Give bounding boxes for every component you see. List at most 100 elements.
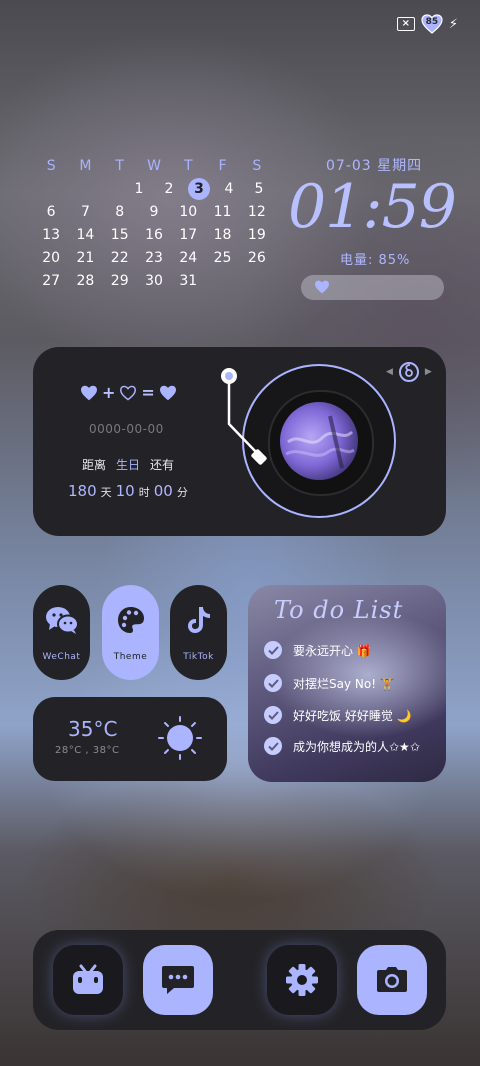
dock-app-bilibili[interactable] <box>53 945 123 1015</box>
day-cell: 24 <box>179 249 198 266</box>
heart-equation: + = <box>80 383 177 402</box>
calendar-week: 1 2 3 4 5 <box>34 177 274 200</box>
battery-text: 电量: 85% <box>340 253 411 268</box>
status-bar: × 85 ⚡ <box>396 14 458 34</box>
day-cell: 30 <box>145 272 163 289</box>
heart-icon <box>315 280 329 294</box>
day-cell: 19 <box>247 226 266 243</box>
battery-level: 85 <box>425 17 439 27</box>
day-cell: 12 <box>247 203 266 220</box>
heart-filled-icon <box>159 385 176 400</box>
day-cell: 26 <box>247 249 266 266</box>
day-cell: 1 <box>134 180 144 197</box>
day-cell: 25 <box>213 249 232 266</box>
heart-outline-icon <box>120 385 137 400</box>
checkmark-icon[interactable] <box>264 641 282 659</box>
day-cell: 16 <box>145 226 163 243</box>
next-arrow-icon[interactable]: ▶ <box>425 367 432 377</box>
heart-filled-icon <box>81 385 97 400</box>
calendar-week: 6 7 8 9 10 11 12 <box>34 200 274 223</box>
weekday: T <box>115 157 124 174</box>
day-cell: 2 <box>164 180 174 197</box>
calendar-widget[interactable]: S M T W T F S 1 2 3 4 5 6 7 8 9 10 11 12… <box>34 154 274 292</box>
day-cell: 20 <box>42 249 61 266</box>
app-label: TikTok <box>183 652 214 662</box>
dock-app-messages[interactable] <box>143 945 213 1015</box>
temperature-range: 28°C , 38°C <box>55 745 120 756</box>
current-temperature: 35°C <box>68 717 118 741</box>
app-wechat[interactable]: WeChat <box>33 585 90 680</box>
day-cell: 14 <box>76 226 95 243</box>
todo-text: 成为你想成为的人✩★✩ <box>293 739 420 754</box>
album-art <box>280 402 358 480</box>
clock-time[interactable]: 01:59 <box>288 172 457 242</box>
todo-text: 要永远开心 🎁 <box>293 643 372 658</box>
weekday: M <box>79 157 92 174</box>
temp-high: 38°C <box>92 745 120 756</box>
countdown-values: 180 天 10 时 00 分 <box>68 482 188 500</box>
day-cell: 29 <box>110 272 129 289</box>
weekday: S <box>252 157 262 174</box>
calendar-week: 13 14 15 16 17 18 19 <box>34 223 274 246</box>
day-cell: 10 <box>179 203 198 220</box>
anniversary-date: 0000-00-00 <box>89 422 164 436</box>
todo-title: To do List <box>274 596 404 624</box>
bilibili-icon <box>73 964 103 994</box>
battery-heart-icon: 85 <box>421 14 443 34</box>
checkmark-icon[interactable] <box>264 737 282 755</box>
hours-unit: 时 <box>138 486 150 499</box>
day-cell: 6 <box>46 203 56 220</box>
countdown-event: 生日 <box>116 458 141 472</box>
day-cell: 15 <box>110 226 129 243</box>
todo-text: 好好吃饭 好好睡觉 🌙 <box>293 708 412 723</box>
todo-item[interactable]: 要永远开心 🎁 <box>264 641 372 659</box>
app-tiktok[interactable]: TikTok <box>170 585 227 680</box>
dock-app-settings[interactable] <box>267 945 337 1015</box>
day-cell: 18 <box>213 226 232 243</box>
weekday: W <box>147 157 161 174</box>
todo-text: 对摆烂Say No! 🏋 <box>293 676 395 691</box>
tiktok-icon <box>170 605 227 639</box>
app-theme[interactable]: Theme <box>102 585 159 680</box>
day-cell: 23 <box>145 249 163 266</box>
weekday: S <box>46 157 56 174</box>
day-cell: 22 <box>110 249 129 266</box>
todo-item[interactable]: 成为你想成为的人✩★✩ <box>264 737 420 755</box>
netease-music-icon[interactable] <box>398 362 419 382</box>
charging-icon: ⚡ <box>448 16 458 32</box>
checkmark-icon[interactable] <box>264 706 282 724</box>
countdown-suffix: 还有 <box>150 458 175 472</box>
wechat-icon <box>33 605 90 639</box>
messages-icon <box>162 966 194 994</box>
days-unit: 天 <box>100 486 112 499</box>
day-cell: 4 <box>224 180 234 197</box>
checkmark-icon[interactable] <box>264 674 282 692</box>
day-cell: 31 <box>179 272 198 289</box>
minutes-unit: 分 <box>176 486 188 499</box>
day-cell: 13 <box>42 226 61 243</box>
album-art-pattern <box>285 415 355 469</box>
day-cell: 8 <box>115 203 125 220</box>
prev-arrow-icon[interactable]: ◀ <box>386 367 393 377</box>
calendar-week: 27 28 29 30 31 <box>34 269 274 292</box>
day-cell: 17 <box>179 226 198 243</box>
hours-value: 10 <box>115 482 135 500</box>
todo-item[interactable]: 好好吃饭 好好睡觉 🌙 <box>264 706 412 724</box>
minutes-value: 00 <box>153 482 173 500</box>
todo-item[interactable]: 对摆烂Say No! 🏋 <box>264 674 395 692</box>
day-cell-today: 3 <box>184 177 214 200</box>
day-cell: 5 <box>254 180 264 197</box>
dock-app-camera[interactable] <box>357 945 427 1015</box>
countdown-prefix: 距离 <box>82 458 107 472</box>
app-label: WeChat <box>42 652 81 662</box>
weekday: F <box>218 157 227 174</box>
plus-sign: + <box>102 383 116 402</box>
day-cell: 11 <box>213 203 232 220</box>
range-separator: , <box>85 745 90 756</box>
battery-saver-icon: × <box>396 17 415 31</box>
camera-icon <box>377 967 407 992</box>
record-center <box>268 390 374 496</box>
app-label: Theme <box>113 652 148 662</box>
day-cell: 9 <box>149 203 159 220</box>
today-marker: 3 <box>188 177 210 200</box>
